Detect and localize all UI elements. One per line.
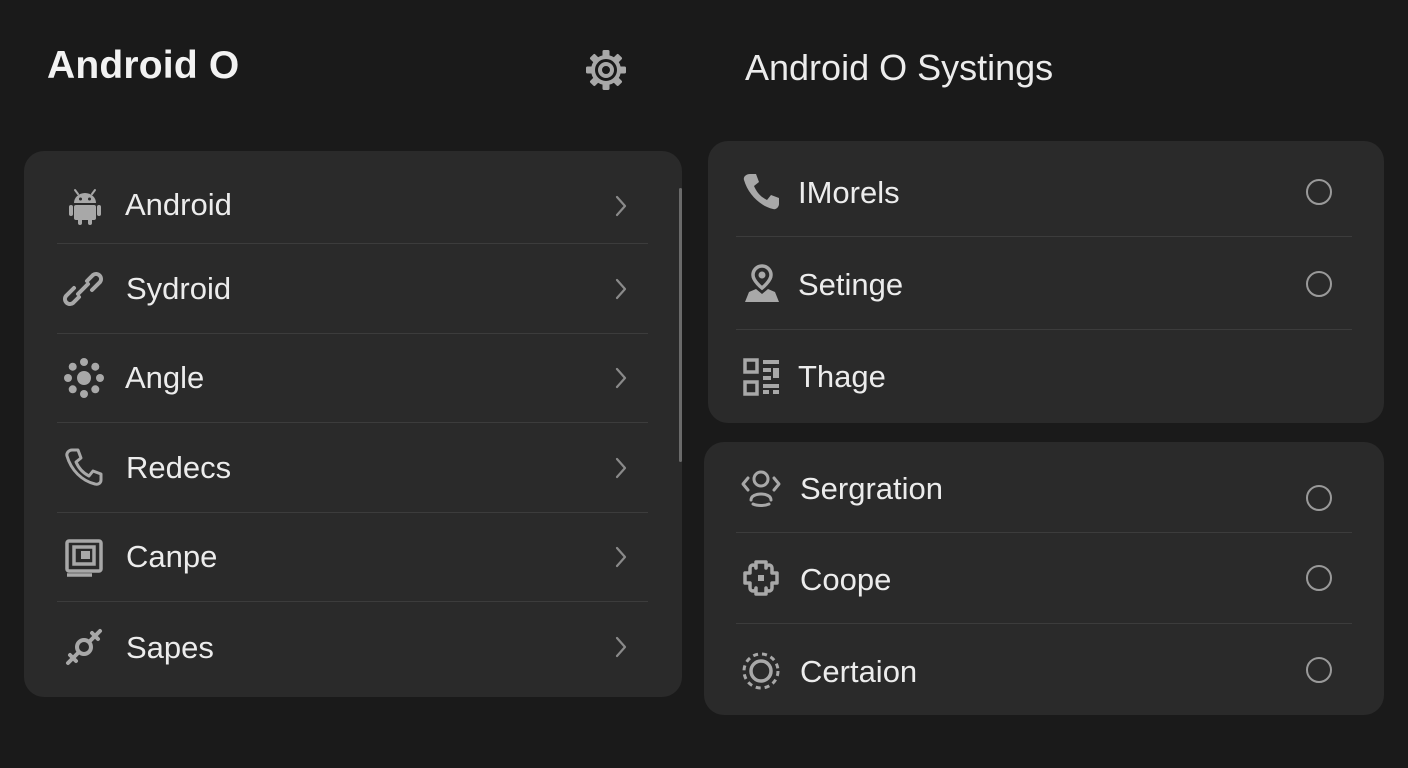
list-item-canpe[interactable]: Canpe (24, 524, 682, 590)
divider (736, 329, 1352, 330)
scrollbar[interactable] (679, 188, 682, 462)
list-item-label: Sergration (800, 471, 944, 506)
list-item-redecs[interactable]: Redecs (24, 435, 682, 501)
radio-button[interactable] (1306, 657, 1332, 683)
list-item-label: Canpe (126, 539, 218, 574)
qr-grid-icon (740, 355, 784, 399)
divider (736, 623, 1352, 624)
puzzle-icon (739, 556, 783, 600)
list-item-angle[interactable]: Angle (24, 345, 682, 411)
picture-frame-icon (62, 535, 106, 579)
list-item-label: Coope (800, 562, 892, 597)
settings-screen: Android O Android O Systings Android Syd… (0, 0, 1408, 768)
chevron-right-icon (611, 275, 631, 303)
divider (57, 422, 648, 423)
list-item-label: Redecs (126, 450, 232, 485)
list-item-label: IMorels (798, 175, 900, 210)
link-icon (61, 267, 105, 311)
divider (57, 512, 648, 513)
list-item-setinge[interactable]: Setinge (708, 251, 1384, 317)
divider (736, 236, 1352, 237)
list-item-sapes[interactable]: Sapes (24, 614, 682, 680)
chevron-right-icon (611, 192, 631, 220)
list-item-label: Sydroid (126, 271, 232, 306)
left-settings-list: Android Sydroid Angle Redecs Canpe Sapes (24, 151, 682, 697)
gear-icon (583, 47, 629, 93)
chevron-right-icon (611, 364, 631, 392)
android-icon (63, 184, 107, 228)
radio-button[interactable] (1306, 565, 1332, 591)
list-item-label: Thage (798, 359, 886, 394)
settings-button[interactable] (582, 46, 630, 94)
chevron-right-icon (611, 633, 631, 661)
right-settings-group-1: IMorels Setinge Thage (708, 141, 1384, 423)
list-item-certaion[interactable]: Certaion (704, 638, 1384, 704)
list-item-label: Angle (125, 360, 205, 395)
dots-ring-icon (62, 356, 106, 400)
section-title: Android O Systings (745, 47, 1054, 88)
plug-icon (62, 625, 106, 669)
radio-button[interactable] (1306, 485, 1332, 511)
list-item-label: Sapes (126, 630, 214, 665)
radio-button[interactable] (1306, 271, 1332, 297)
sun-dotted-icon (739, 649, 783, 693)
list-item-coope[interactable]: Coope (704, 546, 1384, 612)
phone-icon (62, 445, 106, 489)
list-item-label: Setinge (798, 267, 904, 302)
right-settings-group-2: Sergration Coope Certaion (704, 442, 1384, 715)
divider (736, 532, 1352, 533)
list-item-android[interactable]: Android (24, 173, 682, 239)
page-title: Android O (47, 44, 240, 87)
radio-button[interactable] (1306, 179, 1332, 205)
list-item-label: Certaion (800, 654, 918, 689)
list-item-thage[interactable]: Thage (708, 343, 1384, 409)
list-item-label: Android (125, 187, 232, 222)
list-item-sydroid[interactable]: Sydroid (24, 255, 682, 321)
phone-icon (740, 170, 784, 214)
list-item-sergration[interactable]: Sergration (704, 454, 1384, 520)
chevron-right-icon (611, 454, 631, 482)
person-pin-icon (740, 262, 784, 306)
person-arrows-icon (739, 464, 783, 508)
chevron-right-icon (611, 543, 631, 571)
divider (57, 333, 648, 334)
divider (57, 601, 648, 602)
divider (57, 243, 648, 244)
list-item-imorels[interactable]: IMorels (708, 159, 1384, 225)
